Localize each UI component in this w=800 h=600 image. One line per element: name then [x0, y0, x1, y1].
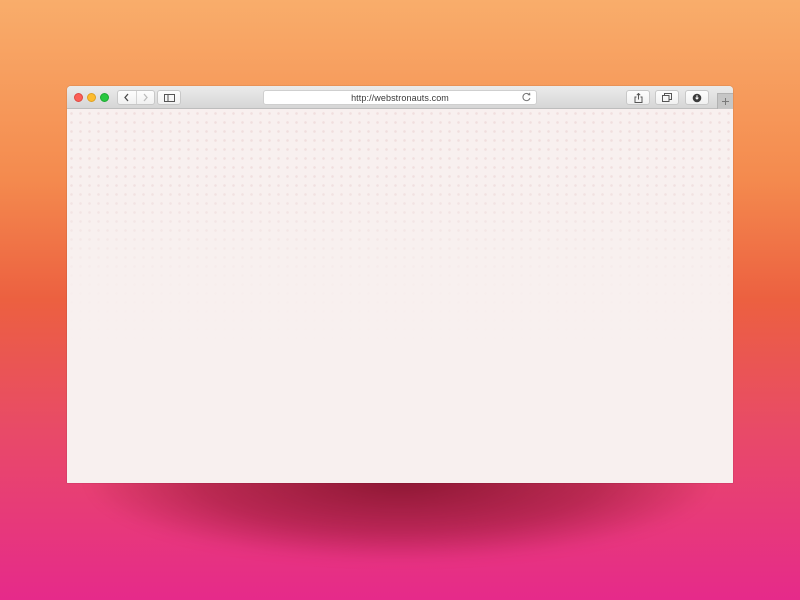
page-content: [67, 109, 733, 483]
tabs-button[interactable]: [655, 90, 679, 105]
browser-window: http://webstronauts.com: [67, 86, 733, 483]
maximize-button[interactable]: [100, 93, 109, 102]
minimize-button[interactable]: [87, 93, 96, 102]
reload-icon[interactable]: [521, 92, 532, 103]
plus-icon: [722, 98, 729, 105]
extension-icon: [692, 93, 702, 102]
new-tab-button[interactable]: [717, 93, 733, 109]
share-icon: [634, 92, 642, 103]
back-button[interactable]: [118, 91, 136, 104]
share-button[interactable]: [626, 90, 650, 105]
address-bar[interactable]: http://webstronauts.com: [263, 90, 537, 105]
close-button[interactable]: [74, 93, 83, 102]
sidebar-icon: [163, 93, 175, 102]
content-fade: [67, 169, 733, 483]
sidebar-button[interactable]: [157, 90, 181, 105]
browser-toolbar: http://webstronauts.com: [67, 86, 733, 109]
forward-button[interactable]: [135, 91, 155, 104]
navigation-group: [117, 90, 155, 105]
chevron-left-icon: [124, 93, 129, 102]
tabs-icon: [662, 93, 672, 102]
chevron-right-icon: [143, 93, 148, 102]
extension-button[interactable]: [685, 90, 709, 105]
url-text: http://webstronauts.com: [351, 92, 449, 103]
